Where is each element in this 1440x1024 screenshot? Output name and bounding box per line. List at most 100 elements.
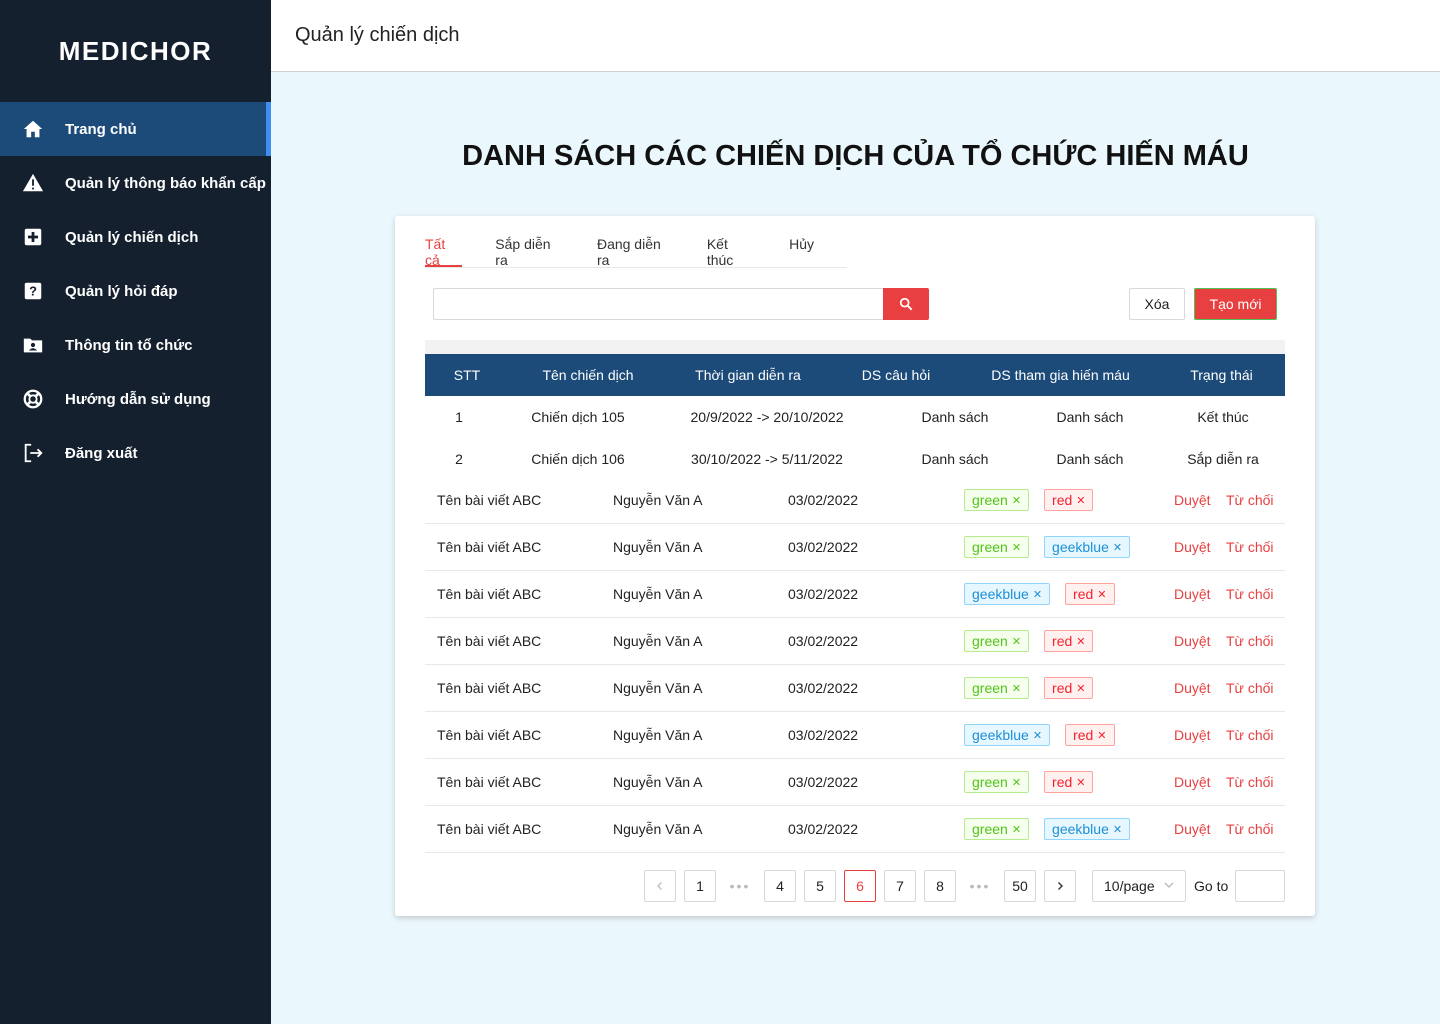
column-header-time[interactable]: Thời gian diễn ra: [667, 354, 829, 396]
tag-label: red: [1073, 727, 1094, 743]
question-list-link[interactable]: Danh sách: [887, 438, 1023, 480]
sidebar-item-emergency-notices[interactable]: Quản lý thông báo khẩn cấp: [0, 156, 271, 210]
jump-prev-ellipsis[interactable]: •••: [724, 870, 756, 902]
page-button-50[interactable]: 50: [1004, 870, 1036, 902]
close-icon[interactable]: ✕: [1012, 541, 1021, 554]
reject-link[interactable]: Từ chối: [1226, 618, 1274, 664]
cell-campaign-name[interactable]: Chiến dịch 105: [509, 396, 647, 438]
tab-upcoming[interactable]: Sắp diễn ra: [495, 230, 564, 268]
cell-title: Tên bài viết ABC: [437, 492, 542, 508]
cell-author: Nguyễn Văn A: [613, 586, 703, 602]
tab-ongoing[interactable]: Đang diễn ra: [597, 230, 674, 268]
close-icon[interactable]: ✕: [1033, 729, 1042, 742]
close-icon[interactable]: ✕: [1097, 588, 1106, 601]
question-list-link[interactable]: Danh sách: [887, 396, 1023, 438]
approve-link[interactable]: Duyệt: [1174, 524, 1211, 570]
tag: green ✕: [964, 771, 1030, 793]
campaign-table-header: STT Tên chiến dịch Thời gian diễn ra DS …: [425, 354, 1285, 396]
question-icon: ?: [22, 280, 44, 302]
tab-cancelled[interactable]: Hủy: [789, 230, 814, 267]
reject-link[interactable]: Từ chối: [1226, 712, 1274, 758]
close-icon[interactable]: ✕: [1076, 776, 1085, 789]
page-button-4[interactable]: 4: [764, 870, 796, 902]
tag-group: geekblue ✕ red ✕: [964, 712, 1130, 758]
page-button-5[interactable]: 5: [804, 870, 836, 902]
search-input[interactable]: [433, 288, 884, 320]
sidebar-item-label: Hướng dẫn sử dụng: [65, 390, 211, 408]
prev-page-button[interactable]: [644, 870, 676, 902]
tag-label: red: [1073, 586, 1094, 602]
cell-author: Nguyễn Văn A: [613, 774, 703, 790]
column-header-stt[interactable]: STT: [425, 354, 509, 396]
tag: green ✕: [964, 489, 1030, 511]
sidebar-item-home[interactable]: Trang chủ: [0, 102, 271, 156]
create-button[interactable]: Tạo mới: [1194, 288, 1277, 320]
cell-author: Nguyễn Văn A: [613, 633, 703, 649]
close-icon[interactable]: ✕: [1113, 823, 1122, 836]
close-icon[interactable]: ✕: [1076, 494, 1085, 507]
approve-link[interactable]: Duyệt: [1174, 618, 1211, 664]
close-icon[interactable]: ✕: [1012, 635, 1021, 648]
close-icon[interactable]: ✕: [1033, 588, 1042, 601]
page-button-6-current[interactable]: 6: [844, 870, 876, 902]
goto-page-input[interactable]: [1235, 870, 1285, 902]
close-icon[interactable]: ✕: [1012, 682, 1021, 695]
close-icon[interactable]: ✕: [1097, 729, 1106, 742]
participant-list-link[interactable]: Danh sách: [1023, 438, 1157, 480]
cell-time: 20/9/2022 -> 20/10/2022: [690, 409, 844, 425]
sidebar-item-organization[interactable]: Thông tin tổ chức: [0, 318, 271, 372]
sidebar-item-label: Quản lý hỏi đáp: [65, 282, 178, 300]
close-icon[interactable]: ✕: [1012, 494, 1021, 507]
column-header-participants[interactable]: DS tham gia hiến máu: [963, 354, 1158, 396]
page-size-select[interactable]: 10/page: [1092, 870, 1186, 902]
page-button-1[interactable]: 1: [684, 870, 716, 902]
approve-link[interactable]: Duyệt: [1174, 712, 1211, 758]
sidebar-item-guide[interactable]: Hướng dẫn sử dụng: [0, 372, 271, 426]
sidebar-item-campaigns[interactable]: Quản lý chiến dịch: [0, 210, 271, 264]
reject-link[interactable]: Từ chối: [1226, 477, 1274, 523]
cell-author: Nguyễn Văn A: [613, 727, 703, 743]
close-icon[interactable]: ✕: [1076, 682, 1085, 695]
reject-link[interactable]: Từ chối: [1226, 759, 1274, 805]
approve-link[interactable]: Duyệt: [1174, 806, 1211, 852]
next-page-button[interactable]: [1044, 870, 1076, 902]
jump-next-ellipsis[interactable]: •••: [964, 870, 996, 902]
table-row: Tên bài viết ABC Nguyễn Văn A 03/02/2022…: [425, 524, 1285, 571]
reject-link[interactable]: Từ chối: [1226, 524, 1274, 570]
delete-button[interactable]: Xóa: [1129, 288, 1185, 320]
close-icon[interactable]: ✕: [1113, 541, 1122, 554]
approve-link[interactable]: Duyệt: [1174, 759, 1211, 805]
cell-campaign-name[interactable]: Chiến dịch 106: [509, 438, 647, 480]
approve-link[interactable]: Duyệt: [1174, 571, 1211, 617]
reject-link[interactable]: Từ chối: [1226, 571, 1274, 617]
page-section-title: Quản lý chiến dịch: [295, 24, 460, 46]
cell-date: 03/02/2022: [788, 633, 859, 649]
reject-link[interactable]: Từ chối: [1226, 806, 1274, 852]
sidebar-item-logout[interactable]: Đăng xuất: [0, 426, 271, 480]
participant-list-link[interactable]: Danh sách: [1023, 396, 1157, 438]
campaign-row: 2 Chiến dịch 106 30/10/2022 -> 5/11/2022…: [425, 438, 1285, 480]
page-button-7[interactable]: 7: [884, 870, 916, 902]
close-icon[interactable]: ✕: [1012, 823, 1021, 836]
page-button-8[interactable]: 8: [924, 870, 956, 902]
approve-link[interactable]: Duyệt: [1174, 665, 1211, 711]
cell-title: Tên bài viết ABC: [437, 821, 542, 837]
column-header-status[interactable]: Trạng thái: [1158, 354, 1285, 396]
sidebar-item-qa[interactable]: ? Quản lý hỏi đáp: [0, 264, 271, 318]
tag: geekblue ✕: [1044, 818, 1131, 840]
column-header-questions[interactable]: DS câu hỏi: [829, 354, 963, 396]
tag: green ✕: [964, 677, 1030, 699]
reject-link[interactable]: Từ chối: [1226, 665, 1274, 711]
tag: green ✕: [964, 536, 1030, 558]
search-button[interactable]: [883, 288, 929, 320]
approve-link[interactable]: Duyệt: [1174, 477, 1211, 523]
close-icon[interactable]: ✕: [1012, 776, 1021, 789]
column-header-name[interactable]: Tên chiến dịch: [509, 354, 667, 396]
tab-ended[interactable]: Kết thúc: [707, 230, 756, 268]
close-icon[interactable]: ✕: [1076, 635, 1085, 648]
tag-label: red: [1052, 492, 1073, 508]
tag-label: green: [972, 492, 1008, 508]
table-row: Tên bài viết ABC Nguyễn Văn A 03/02/2022…: [425, 618, 1285, 665]
tag: red ✕: [1044, 489, 1094, 511]
tab-all[interactable]: Tất cả: [425, 230, 463, 268]
